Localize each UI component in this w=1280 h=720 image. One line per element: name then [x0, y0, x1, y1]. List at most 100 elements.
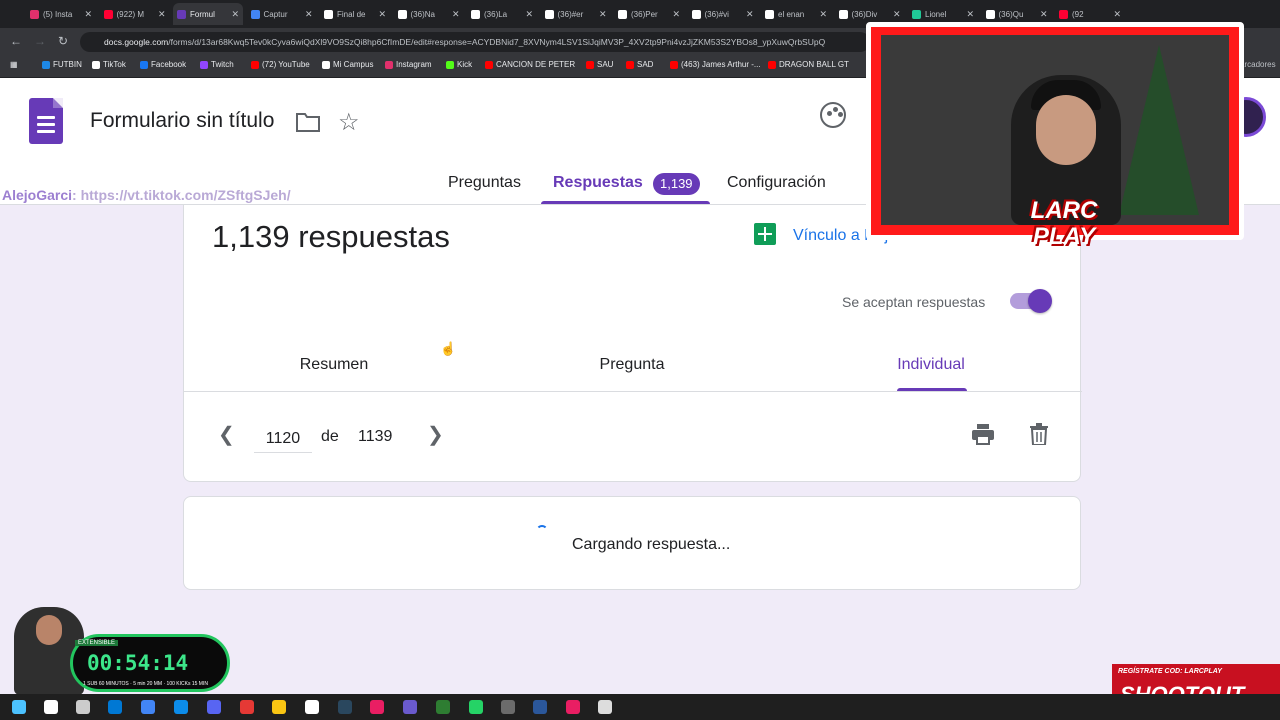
close-tab-icon[interactable]: ✕ [158, 9, 166, 20]
tab-favicon-icon [177, 9, 186, 19]
active-tab-indicator [541, 201, 710, 204]
browser-tab[interactable]: (36)Per ✕ [614, 3, 684, 25]
bookmark-item[interactable]: (463) James Arthur -... [670, 60, 761, 69]
forward-icon[interactable]: → [34, 34, 46, 48]
tab-title: (36)#er [557, 9, 584, 19]
star-icon[interactable]: ☆ [338, 108, 360, 137]
browser-tab[interactable]: (36)La ✕ [467, 3, 537, 25]
delete-icon[interactable] [1029, 423, 1049, 445]
windows-icon[interactable] [12, 700, 26, 714]
close-tab-icon[interactable]: ✕ [893, 9, 901, 20]
larcplay-logo: LARC PLAY [1030, 197, 1098, 250]
app3-icon[interactable] [598, 700, 612, 714]
xbox-icon[interactable] [436, 700, 450, 714]
tab-title: (36)#vi [704, 9, 729, 19]
browser-tab[interactable]: (36)#er ✕ [541, 3, 611, 25]
close-tab-icon[interactable]: ✕ [819, 9, 827, 20]
subtab-resumen[interactable]: Resumen [234, 356, 434, 374]
bookmark-label: Instagram [396, 60, 432, 69]
forms-logo-icon[interactable] [29, 98, 63, 144]
tab-respuestas[interactable]: Respuestas [553, 174, 643, 192]
calculator-icon[interactable] [501, 700, 515, 714]
close-tab-icon[interactable]: ✕ [672, 9, 680, 20]
app-icon[interactable] [370, 700, 384, 714]
steam-icon[interactable] [338, 700, 352, 714]
url-input[interactable]: docs.google.com/forms/d/13ar68Kwq5Tev0kC… [80, 32, 870, 52]
close-tab-icon[interactable]: ✕ [378, 9, 386, 20]
browser-tab[interactable]: Final de ✕ [320, 3, 390, 25]
total-responses-label: 1139 [358, 428, 393, 445]
word-icon[interactable] [533, 700, 547, 714]
palette-icon[interactable] [820, 102, 846, 128]
tab-favicon-icon [397, 9, 407, 19]
bookmark-item[interactable]: Facebook [140, 60, 186, 69]
bookmark-item[interactable]: (72) YouTube [251, 60, 310, 69]
close-tab-icon[interactable]: ✕ [1113, 9, 1121, 20]
browser-tab[interactable]: Captur ✕ [247, 3, 317, 25]
back-icon[interactable]: ← [10, 34, 22, 48]
url-domain: docs.google.com [104, 37, 169, 47]
close-tab-icon[interactable]: ✕ [231, 9, 239, 20]
reload-icon[interactable]: ↻ [58, 34, 68, 48]
taskview-icon[interactable] [76, 700, 90, 714]
close-tab-icon[interactable]: ✕ [746, 9, 754, 20]
media-icon[interactable] [240, 700, 254, 714]
capcut-icon[interactable] [305, 700, 319, 714]
subtab-pregunta[interactable]: Pregunta [532, 356, 732, 374]
close-tab-icon[interactable]: ✕ [525, 9, 533, 20]
bookmark-item[interactable]: CANCION DE PETER [485, 60, 575, 69]
responses-count-heading: 1,139 respuestas [212, 219, 450, 254]
close-tab-icon[interactable]: ✕ [84, 9, 92, 20]
bookmark-icon [485, 60, 493, 69]
bookmark-item[interactable]: SAU [586, 60, 613, 69]
subtab-individual[interactable]: Individual [831, 356, 1031, 374]
search-icon[interactable] [44, 700, 58, 714]
print-icon[interactable] [971, 423, 995, 445]
close-tab-icon[interactable]: ✕ [966, 9, 974, 20]
bookmark-item[interactable]: FUTBIN [42, 60, 82, 69]
close-tab-icon[interactable]: ✕ [599, 9, 607, 20]
store-icon[interactable] [108, 700, 122, 714]
response-index-input[interactable] [254, 425, 312, 453]
bookmark-item[interactable]: SAD [626, 60, 653, 69]
bookmark-item[interactable]: TikTok [92, 60, 126, 69]
folder-icon[interactable] [296, 112, 320, 132]
bookmark-item[interactable]: Kick [446, 60, 472, 69]
tab-title: Captur [263, 9, 288, 19]
browser-tab[interactable]: (922) M ✕ [100, 3, 170, 25]
browser-tab[interactable]: (5) Insta ✕ [26, 3, 96, 25]
whatsapp-icon[interactable] [469, 700, 483, 714]
browser-tab[interactable]: el enan ✕ [761, 3, 831, 25]
files-icon[interactable] [272, 700, 286, 714]
tab-title: (36)La [484, 9, 508, 19]
edge-icon[interactable] [174, 700, 188, 714]
previous-response-icon[interactable]: ❮ [218, 422, 235, 447]
sheets-icon[interactable] [754, 223, 776, 245]
loading-text: Cargando respuesta... [572, 536, 731, 553]
browser-tab[interactable]: Formul ✕ [173, 3, 243, 25]
apps-icon[interactable]: ▦ [10, 60, 18, 69]
timer-rules: 1 SUB 60 MINUTOS · 5 min 20 MM · 100 KIC… [83, 681, 208, 687]
form-title[interactable]: Formulario sin título [90, 109, 274, 133]
close-tab-icon[interactable]: ✕ [1040, 9, 1048, 20]
browser-tab[interactable]: (36)#vi ✕ [688, 3, 758, 25]
next-response-icon[interactable]: ❯ [427, 422, 444, 447]
tab-title: Formul [190, 9, 215, 19]
tab-configuracion[interactable]: Configuración [727, 174, 826, 192]
responses-summary-card: 1,139 respuestas Vínculo a Hojas de cálc… [183, 205, 1082, 482]
bookmark-item[interactable]: Twitch [200, 60, 234, 69]
accepting-responses-toggle[interactable] [1010, 289, 1052, 313]
discord-icon[interactable] [207, 700, 221, 714]
bookmark-item[interactable]: DRAGON BALL GT [768, 60, 849, 69]
bookmark-all[interactable]: arcadores [1240, 60, 1276, 69]
browser-tab[interactable]: (36)Na ✕ [394, 3, 464, 25]
close-tab-icon[interactable]: ✕ [305, 9, 313, 20]
chrome-icon[interactable] [141, 700, 155, 714]
obs-icon[interactable] [403, 700, 417, 714]
tab-preguntas[interactable]: Preguntas [448, 174, 521, 192]
app2-icon[interactable] [566, 700, 580, 714]
close-tab-icon[interactable]: ✕ [452, 9, 460, 20]
stream-watermark: AlejoGarci: https://vt.tiktok.com/ZSftgS… [2, 187, 291, 203]
bookmark-item[interactable]: Instagram [385, 60, 432, 69]
bookmark-item[interactable]: Mi Campus [322, 60, 373, 69]
